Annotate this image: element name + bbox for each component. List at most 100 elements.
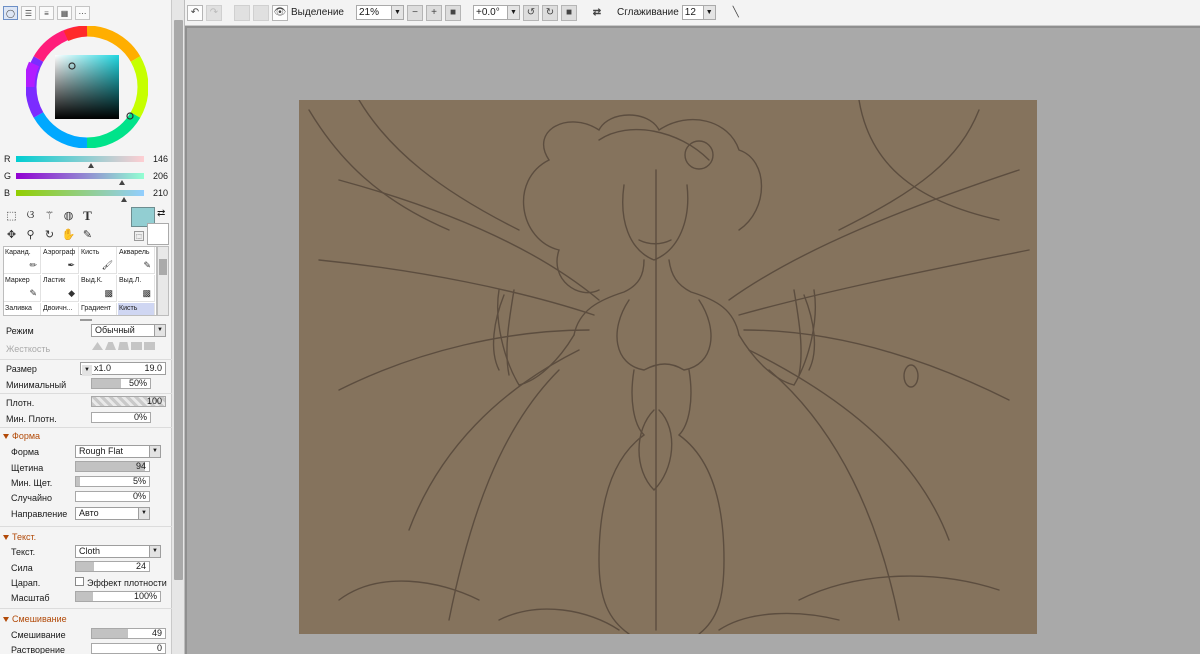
- mix-section-header[interactable]: Смешивание: [3, 614, 67, 624]
- direction-select[interactable]: Авто ▼: [75, 507, 150, 520]
- density-effect-checkbox[interactable]: [75, 577, 84, 586]
- bristle-slider[interactable]: 94: [75, 461, 150, 472]
- smoothing-select[interactable]: 12 ▼: [681, 5, 716, 20]
- rotation-select[interactable]: +0.0° ▼: [473, 5, 520, 20]
- hardness-preset-2[interactable]: [105, 342, 116, 350]
- collapse-triangle-icon: [3, 616, 9, 622]
- rotate-left-icon[interactable]: ↺: [523, 4, 539, 21]
- rect-select-icon[interactable]: ⬚: [4, 208, 19, 223]
- rotate-right-icon[interactable]: ↻: [542, 4, 558, 21]
- transparent-color-icon[interactable]: ⬚: [134, 231, 144, 241]
- brush-brush[interactable]: Кисть 🖌: [80, 247, 117, 274]
- text-tool-icon[interactable]: T: [80, 208, 95, 223]
- g-label: G: [4, 171, 12, 181]
- hardness-presets[interactable]: [92, 342, 155, 350]
- panel-resize-handle[interactable]: [80, 319, 92, 321]
- zoom-select[interactable]: 21% ▼: [356, 5, 404, 20]
- color-wheel-tab-icon[interactable]: ◯: [3, 6, 18, 20]
- brush-marker[interactable]: Маркер ✎: [4, 275, 41, 302]
- dilution-slider[interactable]: 0: [91, 643, 166, 654]
- scale-slider[interactable]: 100%: [75, 591, 161, 602]
- min-size-slider[interactable]: 50%: [91, 378, 151, 389]
- brush-bucket[interactable]: Заливка: [4, 303, 41, 315]
- min-density-slider[interactable]: 0%: [91, 412, 151, 423]
- texture-select[interactable]: Cloth ▼: [75, 545, 161, 558]
- eye-icon[interactable]: 👁: [272, 4, 288, 21]
- scratchpad-tab-icon[interactable]: ⋯: [75, 6, 90, 20]
- hardness-preset-1[interactable]: [92, 342, 103, 350]
- drawing-canvas[interactable]: [299, 99, 1037, 635]
- r-value: 146: [152, 154, 168, 164]
- divider: [0, 608, 172, 609]
- brush-pencil[interactable]: Каранд. ✏: [4, 247, 41, 274]
- hsv-slider-tab-icon[interactable]: ≡: [39, 6, 54, 20]
- zoom-icon[interactable]: ⚲: [23, 227, 38, 242]
- random-slider[interactable]: 0%: [75, 491, 150, 502]
- move-icon[interactable]: ✥: [4, 227, 19, 242]
- eyedropper-icon[interactable]: ✎: [80, 227, 95, 242]
- select-pen-icon[interactable]: ◍: [61, 208, 76, 223]
- collapse-triangle-icon: [3, 534, 9, 540]
- texture-section-header[interactable]: Текст.: [3, 532, 36, 542]
- r-slider-knob[interactable]: [87, 163, 94, 168]
- form-label: Форма: [11, 447, 40, 457]
- magic-wand-icon[interactable]: ⚚: [42, 208, 57, 223]
- brush-select-eraser[interactable]: Выд.Л. ▩: [118, 275, 155, 302]
- hand-icon[interactable]: ✋: [61, 227, 76, 242]
- hardness-preset-3[interactable]: [118, 342, 129, 350]
- b-slider-knob[interactable]: [120, 197, 127, 202]
- mixing-slider[interactable]: 49: [91, 628, 166, 639]
- brush-airbrush[interactable]: Аэрограф ✒: [42, 247, 79, 274]
- rotate-icon[interactable]: ↻: [42, 227, 57, 242]
- zoom-reset-icon[interactable]: ■: [445, 4, 461, 21]
- swap-colors-icon[interactable]: ⇄: [157, 208, 165, 219]
- rotate-reset-icon[interactable]: ■: [561, 4, 577, 21]
- shape-section-header[interactable]: Форма: [3, 431, 40, 441]
- g-slider-knob[interactable]: [118, 180, 125, 185]
- brush-custom-selected[interactable]: Кисть: [118, 303, 155, 315]
- mixing-label: Смешивание: [11, 630, 66, 640]
- brush-grid-scrollbar[interactable]: [157, 246, 169, 316]
- lasso-icon[interactable]: ଓ: [23, 208, 38, 223]
- density-slider[interactable]: 100: [91, 396, 166, 407]
- size-value[interactable]: 19.0: [144, 363, 162, 374]
- zoom-out-icon[interactable]: −: [407, 4, 423, 21]
- r-label: R: [4, 154, 11, 164]
- strength-slider[interactable]: 24: [75, 561, 150, 572]
- brush-grid-scroll-thumb[interactable]: [159, 259, 167, 275]
- redo-icon[interactable]: ↷: [206, 4, 222, 21]
- undo-icon[interactable]: ↶: [187, 4, 203, 21]
- min-bristle-slider[interactable]: 5%: [75, 476, 150, 487]
- size-multiplier-select[interactable]: ▼ x1.0 19.0: [80, 362, 166, 376]
- panel-scrollbar[interactable]: [172, 0, 185, 654]
- flip-horizontal-icon[interactable]: ⇄: [589, 5, 605, 21]
- brush-eraser[interactable]: Ластик ◆: [42, 275, 79, 302]
- deselect-icon[interactable]: [234, 4, 250, 21]
- form-select[interactable]: Rough Flat ▼: [75, 445, 161, 458]
- strength-label: Сила: [11, 563, 33, 573]
- mode-select[interactable]: Обычный ▼: [91, 324, 166, 337]
- brush-watercolor[interactable]: Акварель ✎: [118, 247, 155, 274]
- brush-binary[interactable]: Двоичн...: [42, 303, 79, 315]
- secondary-color-swatch[interactable]: [147, 223, 169, 245]
- pressure-line-icon[interactable]: ╲: [728, 5, 744, 21]
- brush-select-pen[interactable]: Выд.К. ▩: [80, 275, 117, 302]
- rgb-slider-tab-icon[interactable]: ☰: [21, 6, 36, 20]
- swatches-tab-icon[interactable]: ▦: [57, 6, 72, 20]
- r-slider-row: R 146: [4, 153, 168, 168]
- chevron-down-icon: ▼: [138, 508, 149, 519]
- brush-icon: 🖌: [101, 260, 113, 270]
- invert-selection-icon[interactable]: [253, 4, 269, 21]
- panel-scroll-thumb[interactable]: [174, 20, 183, 580]
- g-value: 206: [152, 171, 168, 181]
- hardness-preset-5[interactable]: [144, 342, 155, 350]
- zoom-in-icon[interactable]: +: [426, 4, 442, 21]
- canvas-area[interactable]: [185, 26, 1200, 654]
- b-label: B: [4, 188, 11, 198]
- hardness-preset-4[interactable]: [131, 342, 142, 350]
- color-wheel[interactable]: [26, 26, 148, 148]
- g-slider[interactable]: [15, 173, 145, 185]
- r-slider[interactable]: [15, 156, 145, 168]
- b-slider[interactable]: [15, 190, 145, 202]
- brush-gradient[interactable]: Градиент: [80, 303, 117, 315]
